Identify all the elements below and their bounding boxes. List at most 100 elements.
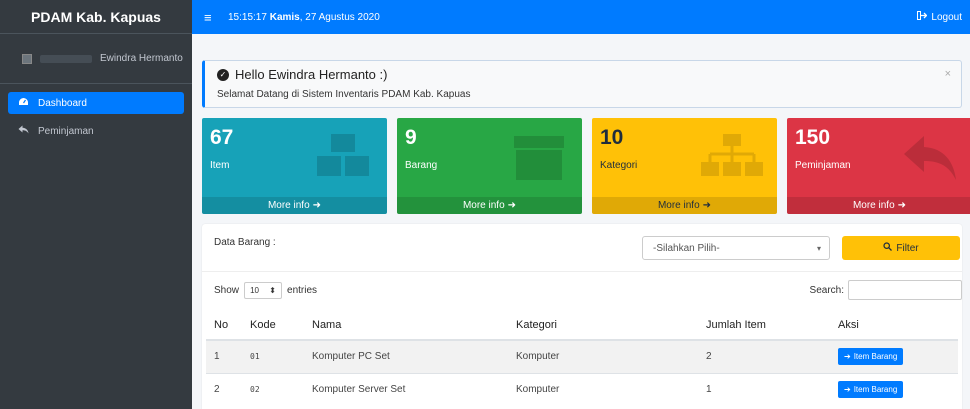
reply-icon	[902, 134, 958, 185]
chevron-down-icon: ▾	[816, 243, 821, 253]
stat-value: 9	[405, 126, 417, 149]
more-info-link[interactable]: More info ➜	[202, 197, 387, 214]
stat-label: Kategori	[600, 160, 638, 171]
entries-length: Show 10 ⬍ entries	[214, 282, 317, 299]
cell-aksi: ➔ Item Barang	[830, 372, 958, 406]
card-title: Data Barang :	[214, 237, 276, 248]
stat-box-barang: 9 Barang More info ➜	[397, 118, 582, 214]
show-label: Show	[214, 285, 240, 296]
top-navbar: ≡ 15:15:17 Kamis, 27 Agustus 2020 Logout	[192, 0, 970, 34]
clock-time: 15:15:17	[228, 11, 267, 23]
filter-button[interactable]: Filter	[842, 236, 960, 260]
column-header-nama[interactable]: Nama	[304, 310, 508, 341]
date-text: , 27 Agustus 2020	[299, 11, 380, 23]
cell-kode: 02	[242, 372, 304, 406]
menu-toggle-icon[interactable]: ≡	[204, 10, 220, 25]
item-barang-button[interactable]: ➔ Item Barang	[838, 348, 904, 366]
item-barang-label: Item Barang	[853, 352, 898, 362]
sidebar-item-label: Peminjaman	[38, 125, 94, 137]
alert-title: Hello Ewindra Hermanto :)	[235, 67, 388, 82]
stat-value: 67	[210, 126, 234, 149]
item-barang-button[interactable]: ➔ Item Barang	[838, 381, 904, 399]
column-header-kode[interactable]: Kode	[242, 310, 304, 341]
alert-message: Selamat Datang di Sistem Inventaris PDAM…	[217, 89, 471, 100]
more-info-link[interactable]: More info ➜	[787, 197, 970, 214]
cubes-icon	[315, 134, 373, 181]
arrow-circle-right-icon: ➜	[312, 200, 322, 211]
table-search: Search:	[810, 280, 962, 300]
more-info-link[interactable]: More info ➜	[397, 197, 582, 214]
box-icon	[510, 134, 568, 185]
sign-in-icon: ➔	[844, 352, 851, 362]
cell-jumlah: 2	[698, 339, 830, 373]
check-circle-icon: ✓	[217, 68, 229, 81]
brand-title[interactable]: PDAM Kab. Kapuas	[0, 0, 192, 34]
sign-out-icon	[917, 11, 928, 23]
arrow-circle-right-icon: ➜	[507, 200, 517, 211]
cell-nama: Komputer PC Set	[304, 339, 508, 373]
alert-heading: ✓ Hello Ewindra Hermanto :)	[217, 67, 949, 82]
table-row: 1 01 Komputer PC Set Komputer 2 ➔ Item B…	[206, 339, 958, 373]
main-content: ✓ Hello Ewindra Hermanto :) Selamat Data…	[192, 34, 970, 409]
stat-box-kategori: 10 Kategori More info ➜	[592, 118, 777, 214]
card-header: Data Barang : -Silahkan Pilih- ▾ Filter	[202, 224, 962, 272]
search-input[interactable]	[848, 280, 962, 300]
welcome-alert: ✓ Hello Ewindra Hermanto :) Selamat Data…	[202, 60, 962, 108]
stat-label: Item	[210, 160, 230, 171]
user-name[interactable]: Ewindra Hermanto	[100, 53, 183, 64]
data-barang-card: Data Barang : -Silahkan Pilih- ▾ Filter …	[202, 224, 962, 409]
sidebar: PDAM Kab. Kapuas Ewindra Hermanto Dashbo…	[0, 0, 192, 409]
cell-no: 1	[206, 339, 242, 373]
stat-label: Peminjaman	[795, 160, 851, 171]
stat-box-peminjaman: 150 Peminjaman More info ➜	[787, 118, 970, 214]
entries-label: entries	[287, 285, 318, 296]
more-info-label: More info	[267, 200, 310, 211]
datetime: 15:15:17 Kamis, 27 Agustus 2020	[228, 12, 380, 23]
cell-nama: Komputer Server Set	[304, 372, 508, 406]
cell-no: 2	[206, 372, 242, 406]
share-icon	[16, 125, 30, 137]
cell-jumlah: 1	[698, 372, 830, 406]
sign-in-icon: ➔	[844, 385, 851, 395]
entries-value: 10	[250, 286, 260, 295]
user-panel[interactable]: Ewindra Hermanto	[0, 34, 192, 84]
day-name: Kamis	[269, 11, 300, 23]
cell-kategori: Komputer	[508, 339, 698, 373]
sidebar-item-label: Dashboard	[38, 97, 87, 109]
arrow-circle-right-icon: ➜	[702, 200, 712, 211]
logout-link[interactable]: Logout	[917, 11, 962, 23]
item-barang-label: Item Barang	[853, 385, 898, 395]
cell-kategori: Komputer	[508, 372, 698, 406]
search-label: Search:	[809, 284, 844, 296]
more-info-link[interactable]: More info ➜	[592, 197, 777, 214]
cell-aksi: ➔ Item Barang	[830, 339, 958, 373]
avatar	[22, 53, 32, 64]
close-icon[interactable]: ×	[945, 68, 951, 80]
sidebar-item-dashboard[interactable]: Dashboard	[8, 92, 184, 114]
column-header-kategori[interactable]: Kategori	[508, 310, 698, 341]
stat-value: 10	[600, 126, 624, 149]
filter-label: Filter	[896, 242, 919, 254]
more-info-label: More info	[852, 200, 895, 211]
sidebar-item-peminjaman[interactable]: Peminjaman	[8, 120, 184, 142]
select-value: -Silahkan Pilih-	[653, 242, 720, 254]
data-table: No Kode Nama Kategori Jumlah Item Aksi 1…	[206, 310, 958, 406]
more-info-label: More info	[462, 200, 505, 211]
sitemap-icon	[701, 134, 763, 183]
stat-box-item: 67 Item More info ➜	[202, 118, 387, 214]
entries-select[interactable]: 10 ⬍	[244, 282, 283, 299]
arrow-circle-right-icon: ➜	[897, 200, 907, 211]
avatar-placeholder	[40, 54, 92, 63]
sidebar-nav: Dashboard Peminjaman	[0, 84, 192, 156]
search-icon	[883, 242, 893, 254]
table-row: 2 02 Komputer Server Set Komputer 1 ➔ It…	[206, 372, 958, 406]
kategori-select[interactable]: -Silahkan Pilih- ▾	[642, 236, 830, 260]
column-header-aksi[interactable]: Aksi	[830, 310, 958, 341]
sort-icon: ⬍	[269, 286, 276, 295]
table-header-row: No Kode Nama Kategori Jumlah Item Aksi	[206, 310, 958, 341]
column-header-no[interactable]: No	[206, 310, 242, 341]
column-header-jumlah[interactable]: Jumlah Item	[698, 310, 830, 341]
cell-kode: 01	[242, 339, 304, 373]
stat-label: Barang	[405, 160, 438, 171]
tachometer-icon	[16, 97, 30, 109]
